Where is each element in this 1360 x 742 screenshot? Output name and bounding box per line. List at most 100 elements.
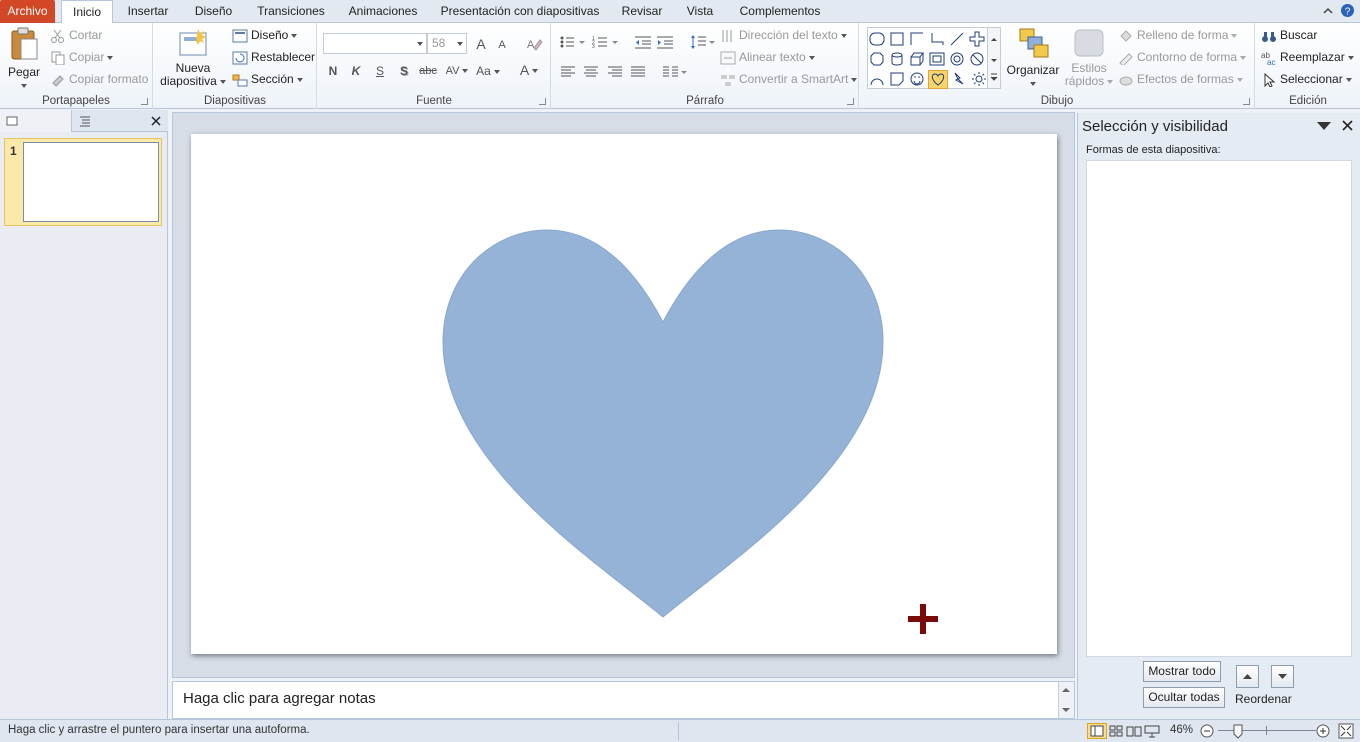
show-all-button[interactable]: Mostrar todo (1143, 661, 1221, 682)
grow-font-button[interactable]: A (471, 35, 491, 53)
shape-outline-button[interactable]: Contorno de forma (1118, 47, 1247, 67)
decrease-indent-icon[interactable] (634, 35, 652, 49)
donut-shape-icon[interactable] (949, 51, 965, 67)
increase-indent-icon[interactable] (656, 35, 674, 49)
convert-smartart-button[interactable]: Convertir a SmartArt (720, 69, 858, 89)
notes-scrollbar[interactable] (1058, 682, 1074, 718)
clipboard-launcher-icon[interactable] (141, 98, 148, 105)
slide-thumbnail-selected[interactable]: 1 (4, 138, 162, 226)
text-direction-button[interactable]: Dirección del texto (720, 25, 847, 45)
shadow-button[interactable]: S (394, 62, 414, 80)
align-right-icon[interactable] (607, 66, 623, 78)
clear-format-icon[interactable]: A (525, 36, 543, 52)
strikethrough-button[interactable]: abc (418, 62, 438, 80)
replace-button[interactable]: ab ac Reemplazar (1261, 47, 1354, 67)
normal-view-button[interactable] (1087, 723, 1107, 739)
font-size-combo[interactable]: 58 (427, 33, 467, 54)
align-text-button[interactable]: Alinear texto (720, 47, 815, 67)
octagon-shape-icon[interactable] (869, 51, 885, 67)
snip-rect-shape-icon[interactable] (909, 31, 925, 47)
move-down-button[interactable] (1271, 665, 1294, 688)
drawing-launcher-icon[interactable] (1243, 98, 1250, 105)
heart-shape[interactable] (442, 229, 884, 618)
tab-addins[interactable]: Complementos (733, 0, 827, 23)
paste-button[interactable]: Pegar (4, 27, 44, 92)
zoom-slider-thumb[interactable] (1233, 724, 1243, 739)
quick-styles-button[interactable]: Estilos rápidos (1064, 27, 1114, 88)
shapes-gallery-scroll[interactable] (987, 28, 1000, 88)
help-icon[interactable]: ? (1340, 3, 1355, 18)
justify-icon[interactable] (630, 66, 646, 78)
shrink-font-button[interactable]: A (492, 36, 512, 54)
tab-home[interactable]: Inicio (61, 0, 113, 24)
move-up-button[interactable] (1236, 665, 1259, 688)
smiley-shape-icon[interactable] (909, 71, 925, 87)
bold-button[interactable]: N (323, 62, 343, 80)
columns-icon[interactable] (662, 66, 688, 78)
tab-design[interactable]: Diseño (187, 0, 240, 23)
no-symbol-shape-icon[interactable] (969, 51, 985, 67)
align-left-icon[interactable] (560, 66, 576, 78)
change-case-button[interactable]: Aa (474, 62, 502, 80)
slide-canvas[interactable] (191, 134, 1057, 654)
rectangle-shape-icon[interactable] (889, 31, 905, 47)
cross-shape-icon[interactable] (969, 31, 985, 47)
elbow-shape-icon[interactable] (929, 31, 945, 47)
copy-button[interactable]: Copiar (50, 47, 114, 67)
cube-shape-icon[interactable] (909, 51, 925, 67)
heart-shape-selected[interactable] (928, 70, 948, 89)
shape-fill-button[interactable]: Relleno de forma (1118, 25, 1238, 45)
shapes-list[interactable] (1086, 160, 1352, 657)
lightning-shape-icon[interactable] (951, 71, 967, 87)
select-button[interactable]: Seleccionar (1261, 69, 1352, 89)
shape-effects-button[interactable]: Efectos de formas (1118, 69, 1243, 89)
new-slide-button[interactable]: Nueva diapositiva (158, 27, 228, 88)
paragraph-launcher-icon[interactable] (847, 98, 854, 105)
minimize-ribbon-icon[interactable] (1322, 5, 1334, 17)
font-color-button[interactable]: A (516, 61, 542, 79)
format-painter-button[interactable]: Copiar formato (50, 69, 148, 89)
reading-view-icon[interactable] (1125, 723, 1143, 739)
rounded-rect-shape-icon[interactable] (869, 31, 885, 47)
tab-insert[interactable]: Insertar (120, 0, 176, 23)
zoom-in-icon[interactable] (1316, 724, 1330, 738)
line-spacing-icon[interactable] (690, 34, 716, 50)
tab-transitions[interactable]: Transiciones (251, 0, 331, 23)
pane-options-icon[interactable] (1316, 121, 1332, 131)
slides-tab[interactable] (0, 110, 72, 132)
tab-review[interactable]: Revisar (616, 0, 668, 23)
tab-file[interactable]: Archivo (0, 0, 55, 23)
zoom-level[interactable]: 46% (1170, 724, 1193, 736)
reset-button[interactable]: Restablecer (232, 47, 315, 67)
find-button[interactable]: Buscar (1261, 25, 1317, 45)
arrange-button[interactable]: Organizar (1005, 27, 1061, 90)
close-pane-icon[interactable] (150, 115, 162, 127)
italic-button[interactable]: K (346, 62, 366, 80)
slideshow-icon[interactable] (1143, 723, 1161, 739)
tab-animations[interactable]: Animaciones (343, 0, 423, 23)
align-center-icon[interactable] (583, 66, 599, 78)
shapes-gallery[interactable] (867, 27, 1001, 89)
folded-corner-shape-icon[interactable] (889, 71, 905, 87)
numbering-icon[interactable]: 123 (592, 35, 620, 49)
tab-slideshow[interactable]: Presentación con diapositivas (436, 0, 604, 23)
cut-button[interactable]: Cortar (50, 25, 102, 45)
fit-to-window-icon[interactable] (1338, 723, 1354, 739)
character-spacing-button[interactable]: AV (444, 62, 470, 80)
notes-pane[interactable]: Haga clic para agregar notas (172, 681, 1075, 719)
slide-thumbnail[interactable] (23, 142, 159, 222)
can-shape-icon[interactable] (889, 51, 905, 67)
pane-close-icon[interactable] (1342, 120, 1353, 131)
outline-tab[interactable] (73, 110, 145, 132)
line-shape-icon[interactable] (949, 31, 965, 47)
zoom-out-icon[interactable] (1200, 724, 1214, 738)
layout-button[interactable]: Diseño (232, 25, 298, 45)
underline-button[interactable]: S (370, 62, 390, 80)
arc-shape-icon[interactable] (869, 71, 885, 87)
tab-view[interactable]: Vista (680, 0, 720, 23)
bullets-icon[interactable] (560, 35, 586, 49)
font-name-combo[interactable] (323, 33, 427, 54)
hide-all-button[interactable]: Ocultar todas (1143, 687, 1225, 708)
bevel-shape-icon[interactable] (929, 51, 945, 67)
section-button[interactable]: Sección (232, 69, 303, 89)
